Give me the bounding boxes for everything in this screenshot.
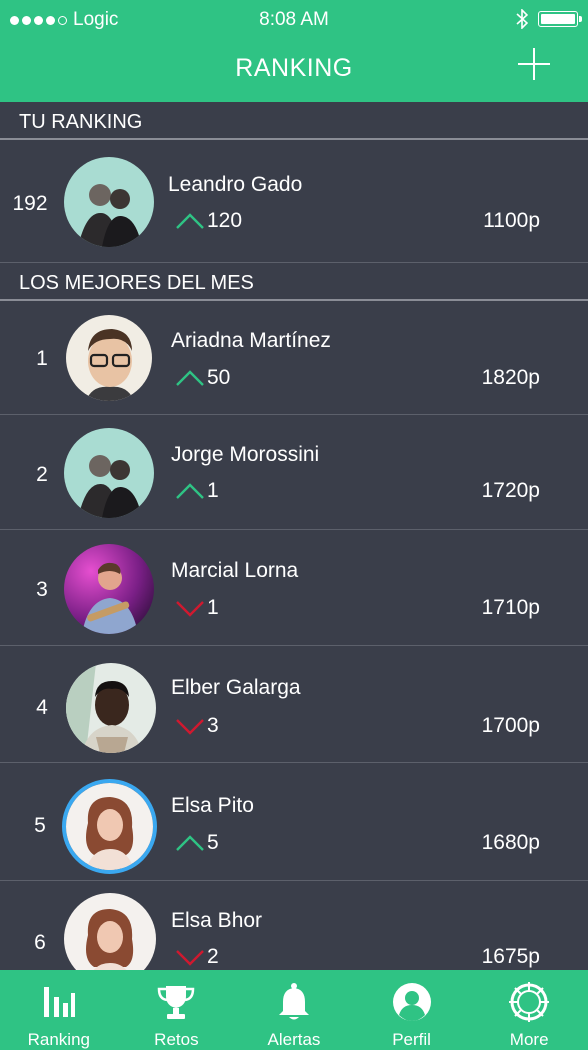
page-title: RANKING [235,54,353,82]
rank-number: 1 [36,347,48,370]
avatar[interactable] [64,544,154,634]
user-icon [392,982,432,1022]
player-name: Elsa Pito [171,794,254,817]
tab-label: More [509,1030,549,1049]
player-name: Leandro Gado [168,173,303,196]
avatar[interactable] [64,157,154,247]
tab-alertas[interactable]: Alertas [235,970,353,1050]
trend-value: 120 [207,209,243,232]
more-icon [509,982,550,1022]
bluetooth-icon [516,9,528,29]
player-name: Elber Galarga [171,676,301,699]
ranking-row[interactable]: 2 Jorge Morossini 1 1720p [0,415,588,530]
trend-up-icon [176,483,204,499]
trend-indicator: 3 [175,714,219,738]
points-value: 1700p [481,714,540,737]
tab-label: Alertas [267,1030,321,1049]
trend-up-icon [176,213,204,229]
avatar[interactable] [66,315,152,401]
trend-indicator: 120 [175,209,242,233]
trend-up-icon [176,835,204,851]
trophy-icon [156,982,196,1022]
ranking-row[interactable]: 3 Marcial Lorna 1 1710p [0,530,588,646]
points-value: 1820p [481,366,540,389]
tab-retos[interactable]: Retos [118,970,236,1050]
trend-indicator: 2 [175,945,219,969]
trend-indicator: 1 [175,596,219,620]
player-name: Marcial Lorna [171,559,299,582]
trend-value: 1 [207,479,219,502]
battery-icon [538,11,582,27]
trend-indicator: 50 [175,366,230,390]
rank-number: 4 [36,696,48,719]
player-name: Ariadna Martínez [171,329,331,352]
trend-value: 50 [207,366,231,389]
rank-number: 2 [36,463,48,486]
tab-label: Retos [154,1030,199,1049]
trend-value: 3 [207,714,219,737]
bell-icon [274,982,314,1022]
points-value: 1720p [481,479,540,502]
ranking-row[interactable]: 1 Ariadna Martínez 50 1820p [0,301,588,415]
player-name: Elsa Bhor [171,909,263,932]
rank-number: 6 [34,931,46,954]
add-icon[interactable] [516,46,552,82]
trend-down-icon [176,601,204,617]
trend-indicator: 5 [175,831,219,855]
trend-up-icon [176,370,204,386]
trend-down-icon [176,719,204,735]
ranking-row[interactable]: 5 Elsa Pito 5 1680p [0,763,588,881]
best-month-header: LOS MEJORES DEL MES [0,263,588,301]
tab-label: Ranking [27,1030,90,1049]
status-right [516,9,582,29]
trend-value: 1 [207,596,219,619]
trend-down-icon [176,950,204,966]
avatar[interactable] [64,428,154,518]
tab-bar: Ranking Retos Alertas Perfil More [0,970,588,1050]
ranking-row[interactable]: 4 Elber Galarga 3 1700p [0,646,588,763]
avatar[interactable] [62,779,157,874]
my-ranking-header: TU RANKING [0,102,588,140]
rank-number: 5 [34,814,46,837]
points-value: 1710p [481,596,540,619]
bar-chart-icon [39,982,79,1022]
nav-bar: RANKING [0,38,588,102]
status-time: 8:08 AM [259,9,329,30]
tab-ranking[interactable]: Ranking [0,970,118,1050]
avatar[interactable] [66,663,156,753]
tab-more[interactable]: More [470,970,588,1050]
tab-perfil[interactable]: Perfil [353,970,471,1050]
trend-value: 5 [207,831,219,854]
my-ranking-row[interactable]: 192 Leandro Gado 120 1100p [0,140,588,263]
points-value: 1680p [481,831,540,854]
trend-indicator: 1 [175,479,219,503]
points-value: 1675p [481,945,540,968]
trend-value: 2 [207,945,219,968]
rank-number: 192 [12,192,48,215]
points-value: 1100p [483,209,540,232]
tab-label: Perfil [392,1030,431,1049]
player-name: Jorge Morossini [171,443,320,466]
status-bar: Logic 8:08 AM [0,0,588,38]
rank-number: 3 [36,578,48,601]
